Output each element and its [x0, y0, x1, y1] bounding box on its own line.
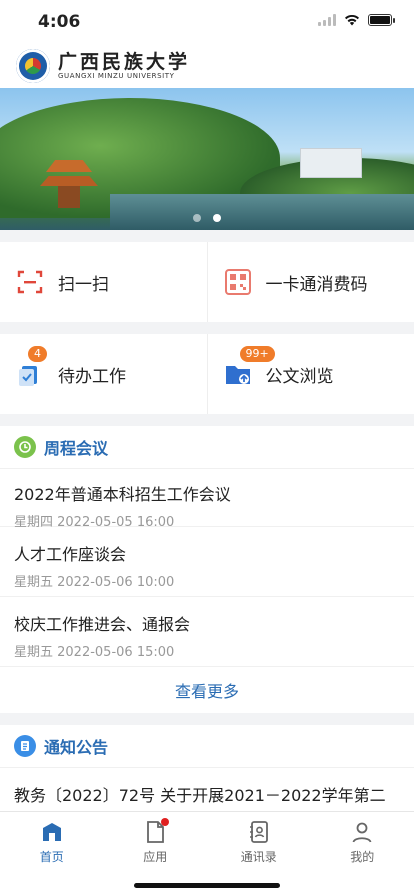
meetings-card: 周程会议 2022年普通本科招生工作会议 星期四 2022-05-05 16:0…	[0, 426, 414, 713]
quick-actions-row-1: 扫一扫 一卡通消费码	[0, 242, 414, 322]
notices-card: 通知公告 教务〔2022〕72号 关于开展2021－2022学年第二	[0, 725, 414, 820]
todo-work-button[interactable]: 4 待办工作	[0, 334, 207, 414]
meeting-item[interactable]: 2022年普通本科招生工作会议 星期四 2022-05-05 16:00	[0, 469, 414, 530]
view-more-button[interactable]: 查看更多	[0, 667, 414, 713]
tab-home-label: 首页	[39, 850, 64, 864]
school-name-en: GUANGXI MINZU UNIVERSITY	[58, 72, 175, 80]
building-image	[300, 148, 362, 178]
meetings-header: 周程会议	[0, 426, 414, 469]
documents-button[interactable]: 99+ 公文浏览	[206, 334, 414, 414]
wifi-icon	[345, 14, 359, 26]
contacts-icon	[249, 821, 268, 843]
meeting-title: 校庆工作推进会、通报会	[14, 615, 191, 634]
battery-icon	[368, 14, 395, 26]
signal-icon	[318, 14, 336, 26]
status-bar: 4:06	[0, 0, 414, 44]
apps-notification-dot	[161, 818, 170, 826]
meeting-item[interactable]: 校庆工作推进会、通报会 星期五 2022-05-06 15:00	[0, 597, 414, 667]
todo-icon	[19, 366, 37, 386]
docs-label: 公文浏览	[265, 366, 334, 387]
school-name-cn: 广西民族大学	[58, 51, 191, 73]
notices-header: 通知公告	[0, 725, 414, 768]
todo-badge: 4	[28, 346, 47, 362]
meeting-time: 星期五 2022-05-06 15:00	[14, 645, 175, 660]
app-header: 广西民族大学 GUANGXI MINZU UNIVERSITY	[0, 44, 414, 88]
status-time: 4:06	[38, 12, 81, 32]
notices-title: 通知公告	[44, 738, 109, 757]
docs-icon-wrap: 99+	[224, 346, 275, 388]
user-icon	[352, 822, 372, 843]
meeting-title: 人才工作座谈会	[14, 545, 127, 564]
carousel-dot-active[interactable]	[213, 214, 221, 222]
quick-actions-row-2: 4 待办工作 99+ 公文浏览	[0, 334, 414, 414]
todo-label: 待办工作	[58, 366, 126, 387]
todo-icon-wrap: 4	[16, 346, 47, 388]
scan-label: 扫一扫	[58, 274, 109, 295]
tab-contacts-label: 通讯录	[240, 850, 277, 864]
card-pay-code-label: 一卡通消费码	[265, 274, 368, 295]
docs-badge: 99+	[239, 346, 275, 362]
card-pay-code-button[interactable]: 一卡通消费码	[206, 242, 414, 322]
carousel-dots	[0, 214, 414, 222]
scan-icon	[17, 270, 43, 294]
carousel-dot[interactable]	[193, 214, 201, 222]
meetings-title: 周程会议	[44, 439, 109, 458]
folder-icon	[225, 366, 250, 384]
tab-me-label: 我的	[350, 850, 375, 864]
meeting-item[interactable]: 人才工作座谈会 星期五 2022-05-06 10:00	[0, 527, 414, 597]
banner-carousel[interactable]	[0, 88, 414, 230]
apps-icon-wrap	[143, 818, 170, 844]
meeting-time: 星期五 2022-05-06 10:00	[14, 575, 175, 590]
tab-home[interactable]: 首页	[0, 812, 104, 896]
tab-me[interactable]: 我的	[311, 812, 414, 896]
meeting-icon	[14, 436, 36, 458]
tab-apps-label: 应用	[143, 850, 168, 864]
home-indicator	[134, 883, 280, 888]
university-logo	[16, 49, 50, 83]
home-icon	[42, 823, 61, 841]
qr-code-icon	[224, 269, 251, 295]
meeting-title: 2022年普通本科招生工作会议	[14, 485, 231, 504]
status-icons	[318, 14, 395, 26]
tab-bar: 首页 应用 通讯录 我的	[0, 811, 414, 896]
scan-button[interactable]: 扫一扫	[0, 242, 207, 322]
notice-icon	[14, 735, 36, 757]
brand: 广西民族大学 GUANGXI MINZU UNIVERSITY	[58, 52, 190, 80]
